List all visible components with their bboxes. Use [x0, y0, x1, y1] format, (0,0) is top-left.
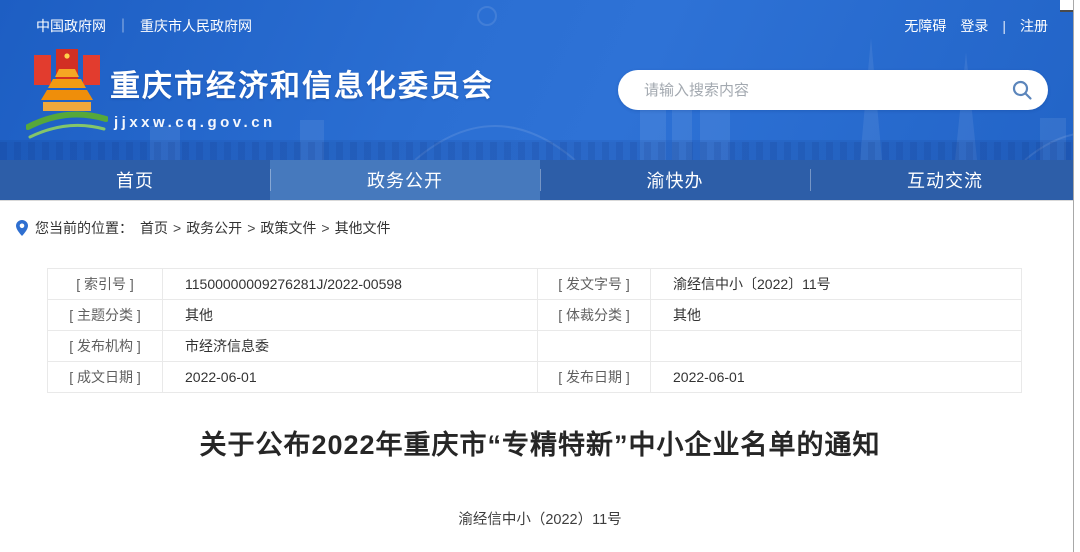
site-identity: 重庆市经济和信息化委员会 jjxxw.cq.gov.cn: [110, 61, 494, 131]
table-row: [ 索引号 ] 11500000009276281J/2022-00598 [ …: [48, 269, 1022, 300]
accessibility-link[interactable]: 无障碍: [904, 16, 946, 36]
breadcrumb: 您当前的位置： 首页 > 政务公开 > 政策文件 > 其他文件: [0, 201, 1080, 238]
meta-label-index-number: [ 索引号 ]: [48, 269, 163, 300]
site-header: 重庆市经济和信息化委员会 jjxxw.cq.gov.cn: [0, 45, 1080, 160]
meta-label-issuing-agency: [ 发布机构 ]: [48, 331, 163, 362]
article-title: 关于公布2022年重庆市“专精特新”中小企业名单的通知: [0, 423, 1080, 462]
topbar-separator: ｜: [116, 16, 130, 36]
site-url: jjxxw.cq.gov.cn: [114, 114, 494, 131]
site-title[interactable]: 重庆市经济和信息化委员会: [110, 61, 494, 105]
meta-value-empty: [651, 331, 1022, 362]
page-content: 您当前的位置： 首页 > 政务公开 > 政策文件 > 其他文件 [ 索引号 ] …: [0, 200, 1080, 529]
login-link[interactable]: 登录: [960, 16, 988, 36]
meta-value-genre-class: 其他: [651, 300, 1022, 331]
meta-value-written-date: 2022-06-01: [163, 362, 538, 393]
meta-value-doc-symbol: 渝经信中小〔2022〕11号: [651, 269, 1022, 300]
gov-links: 中国政府网 ｜ 重庆市人民政府网: [36, 16, 252, 36]
window-corner-artifact: [1060, 0, 1073, 12]
breadcrumb-item-home[interactable]: 首页: [140, 218, 168, 238]
meta-value-issuing-agency: 市经济信息委: [163, 331, 538, 362]
page-right-edge: [1073, 0, 1080, 552]
meta-label-genre-class: [ 体裁分类 ]: [538, 300, 651, 331]
breadcrumb-item-gov-affairs[interactable]: 政务公开: [186, 218, 242, 238]
meta-label-publish-date: [ 发布日期 ]: [538, 362, 651, 393]
breadcrumb-item-other-files[interactable]: 其他文件: [335, 218, 391, 238]
article-doc-number: 渝经信中小（2022）11号: [0, 508, 1080, 529]
search-icon[interactable]: [1011, 79, 1033, 101]
document-metadata-table: [ 索引号 ] 11500000009276281J/2022-00598 [ …: [47, 268, 1022, 393]
meta-value-subject-class: 其他: [163, 300, 538, 331]
register-link[interactable]: 注册: [1020, 16, 1048, 36]
table-row: [ 成文日期 ] 2022-06-01 [ 发布日期 ] 2022-06-01: [48, 362, 1022, 393]
table-row: [ 发布机构 ] 市经济信息委: [48, 331, 1022, 362]
nav-tab-yukuaiban[interactable]: 渝快办: [540, 160, 810, 200]
meta-label-written-date: [ 成文日期 ]: [48, 362, 163, 393]
meta-label-doc-symbol: [ 发文字号 ]: [538, 269, 651, 300]
chongqing-gov-link[interactable]: 重庆市人民政府网: [140, 16, 252, 36]
location-pin-icon: [16, 220, 28, 236]
meta-label-empty: [538, 331, 651, 362]
table-row: [ 主题分类 ] 其他 [ 体裁分类 ] 其他: [48, 300, 1022, 331]
meta-label-subject-class: [ 主题分类 ]: [48, 300, 163, 331]
search-input[interactable]: [644, 70, 1004, 110]
breadcrumb-separator: >: [247, 220, 255, 236]
nav-tab-interaction[interactable]: 互动交流: [810, 160, 1080, 200]
china-gov-link[interactable]: 中国政府网: [36, 16, 106, 36]
site-logo-icon[interactable]: [26, 47, 108, 147]
breadcrumb-separator: >: [173, 220, 181, 236]
breadcrumb-item-policy-files[interactable]: 政策文件: [260, 218, 316, 238]
nav-tab-gov-affairs[interactable]: 政务公开: [270, 160, 540, 200]
search-box: [618, 70, 1048, 110]
account-links: 无障碍 登录 | 注册: [904, 16, 1048, 36]
site-banner: 中国政府网 ｜ 重庆市人民政府网 无障碍 登录 | 注册 重庆市经济和信息化委员…: [0, 0, 1080, 160]
main-nav: 首页 政务公开 渝快办 互动交流: [0, 160, 1080, 200]
breadcrumb-prefix: 您当前的位置：: [35, 218, 133, 238]
breadcrumb-separator: >: [321, 220, 329, 236]
nav-tab-home[interactable]: 首页: [0, 160, 270, 200]
meta-value-index-number: 11500000009276281J/2022-00598: [163, 269, 538, 300]
meta-value-publish-date: 2022-06-01: [651, 362, 1022, 393]
login-register-separator: |: [1002, 18, 1006, 34]
top-utility-bar: 中国政府网 ｜ 重庆市人民政府网 无障碍 登录 | 注册: [0, 0, 1080, 45]
